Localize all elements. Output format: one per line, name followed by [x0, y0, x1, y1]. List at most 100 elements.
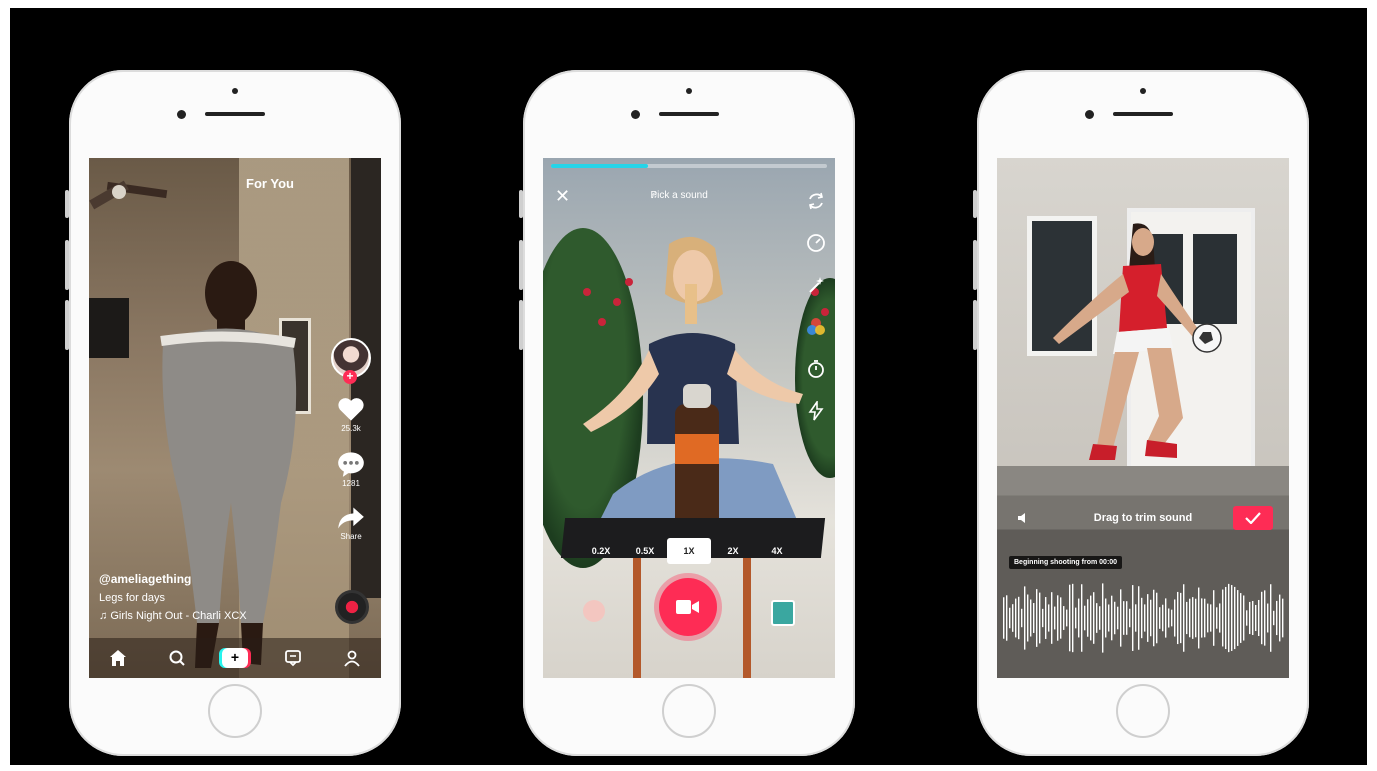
speed-option[interactable]: 4X	[755, 538, 799, 564]
confirm-trim-button[interactable]	[1233, 506, 1273, 530]
waveform-bar	[1168, 608, 1170, 628]
comment-button[interactable]: 1281	[337, 451, 365, 488]
waveform-bar	[1072, 583, 1074, 653]
profile-tab[interactable]	[339, 645, 365, 671]
share-button[interactable]: Share	[337, 506, 365, 541]
phone-mockup-trim: Drag to trim sound Beginning shooting fr…	[973, 70, 1309, 756]
volume-down-button	[973, 300, 977, 350]
waveform-bar	[1036, 589, 1038, 647]
speed-option[interactable]: 2X	[711, 538, 755, 564]
waveform-bar	[1060, 597, 1062, 639]
waveform-bar	[1048, 604, 1050, 632]
upload-button[interactable]	[771, 600, 795, 626]
waveform-bar	[1042, 608, 1044, 628]
camera-tools	[805, 190, 827, 442]
trim-sound-screen: Drag to trim sound Beginning shooting fr…	[997, 158, 1289, 678]
waveform-bar	[1093, 592, 1095, 644]
magic-wand-icon	[809, 277, 824, 293]
bottom-nav: +	[89, 638, 381, 678]
like-button[interactable]: 25.3k	[337, 396, 365, 433]
waveform-bar	[1129, 608, 1131, 628]
create-tab[interactable]: +	[221, 645, 248, 671]
waveform-bar	[1276, 600, 1278, 636]
comment-icon	[338, 452, 364, 477]
volume-up-button	[973, 240, 977, 290]
waveform-bar	[1138, 586, 1140, 650]
waveform-bar	[1201, 598, 1203, 638]
waveform-bar	[1066, 609, 1068, 627]
waveform-bar	[1024, 586, 1026, 650]
timer-button[interactable]	[805, 358, 827, 380]
follow-plus-icon[interactable]: +	[343, 370, 357, 384]
music-note-icon: ♫	[99, 610, 111, 622]
proximity-sensor	[631, 110, 640, 119]
waveform-bar	[1051, 592, 1053, 644]
waveform-bar	[1186, 601, 1188, 635]
inbox-tab[interactable]	[280, 645, 306, 671]
create-plus-icon: +	[221, 648, 248, 668]
speed-button[interactable]	[805, 232, 827, 254]
waveform-bar	[1255, 604, 1257, 632]
waveform-bar	[1189, 598, 1191, 638]
trim-sound-bar: Drag to trim sound	[997, 498, 1289, 538]
waveform-bar	[1144, 604, 1146, 632]
waveform-bar	[1045, 597, 1047, 639]
like-count: 25.3k	[341, 424, 361, 433]
tv-image	[89, 298, 129, 358]
waveform-bar	[1282, 598, 1284, 638]
waveform-bar	[1081, 584, 1083, 652]
waveform-bar	[1099, 606, 1101, 630]
sound-waveform[interactable]	[1001, 578, 1285, 658]
waveform-bar	[1033, 603, 1035, 633]
waveform-bar	[1210, 604, 1212, 632]
pick-sound-button[interactable]: ♫ Pick a sound	[543, 190, 835, 201]
waveform-bar	[1069, 584, 1071, 652]
speed-option[interactable]: 0.5X	[623, 538, 667, 564]
creator-avatar[interactable]: +	[331, 338, 371, 384]
for-you-tab[interactable]: For You	[246, 176, 294, 191]
mute-switch	[65, 190, 69, 218]
waveform-bar	[1183, 584, 1185, 652]
proximity-sensor	[177, 110, 186, 119]
waveform-bar	[1150, 599, 1152, 637]
beauty-button[interactable]	[805, 274, 827, 296]
heart-icon	[338, 398, 364, 421]
home-tab[interactable]	[105, 645, 131, 671]
waveform-bar	[1279, 594, 1281, 642]
flash-button[interactable]	[805, 400, 827, 422]
volume-up-button	[519, 240, 523, 290]
waveform-bar	[1012, 604, 1014, 632]
profile-icon	[344, 650, 360, 667]
filters-icon	[807, 318, 825, 335]
waveform-bar	[1102, 583, 1104, 653]
record-button[interactable]	[659, 578, 717, 636]
sound-row[interactable]: ♫ Girls Night Out - Charli XCX	[99, 610, 247, 622]
volume-up-button	[65, 240, 69, 290]
filters-button[interactable]	[805, 316, 827, 338]
table-leg-image	[743, 558, 751, 678]
waveform-bar	[1141, 597, 1143, 639]
sound-disc[interactable]	[335, 590, 369, 624]
waveform-bar	[1171, 609, 1173, 627]
recording-progress-fill	[551, 164, 648, 168]
checkmark-icon	[1245, 512, 1261, 524]
waveform-bar	[1219, 603, 1221, 633]
speed-option[interactable]: 1X	[667, 538, 711, 564]
speed-option[interactable]: 0.2X	[579, 538, 623, 564]
waveform-bar	[1270, 584, 1272, 652]
home-icon	[110, 650, 127, 666]
creator-username[interactable]: @ameliagething	[99, 572, 247, 586]
waveform-bar	[1174, 599, 1176, 637]
waveform-bar	[1114, 601, 1116, 635]
waveform-bar	[1075, 607, 1077, 629]
waveform-bar	[1009, 607, 1011, 629]
discover-tab[interactable]	[164, 645, 190, 671]
earpiece-speaker	[1113, 112, 1173, 116]
waveform-bar	[1180, 592, 1182, 644]
presentation-background: For You + 25.3k 1281 Share @ameliagethin…	[10, 8, 1367, 765]
front-camera	[232, 88, 238, 94]
waveform-bar	[1240, 593, 1242, 643]
waveform-bar	[1120, 589, 1122, 647]
effects-button[interactable]	[583, 600, 605, 622]
flip-camera-button[interactable]	[805, 190, 827, 212]
